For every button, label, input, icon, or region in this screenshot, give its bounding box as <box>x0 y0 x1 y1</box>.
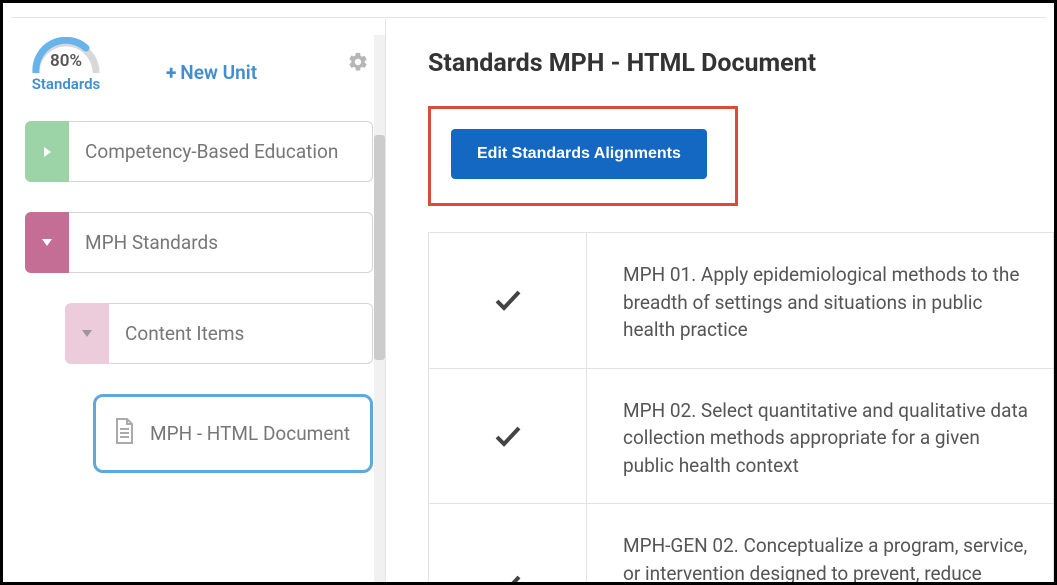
sidebar-item-label: Competency-Based Education <box>69 121 373 182</box>
sidebar-tree: Competency-Based Education MPH Standards… <box>11 121 385 473</box>
expand-handle[interactable] <box>25 121 69 182</box>
scrollbar-thumb[interactable] <box>374 135 385 360</box>
standard-text: MPH 01. Apply epidemiological methods to… <box>587 233 1053 368</box>
triangle-right-icon <box>44 147 51 157</box>
check-icon <box>494 289 522 311</box>
sidebar-item-content-items[interactable]: Content Items <box>65 303 373 364</box>
gauge-label: Standards <box>21 75 111 93</box>
standard-check-cell <box>429 233 587 368</box>
sidebar-item-competency[interactable]: Competency-Based Education <box>25 121 373 182</box>
sidebar-item-label: MPH - HTML Document <box>150 422 350 445</box>
scrollbar-track <box>374 35 385 582</box>
collapse-handle[interactable] <box>25 212 69 273</box>
check-icon <box>494 574 522 582</box>
standard-row: MPH-GEN 02. Conceptualize a program, ser… <box>428 503 1054 582</box>
standard-text: MPH 02. Select quantitative and qualitat… <box>587 369 1053 504</box>
sidebar: 80% Standards + New Unit Competency-Base… <box>11 19 386 582</box>
collapse-handle[interactable] <box>65 303 109 364</box>
plus-icon: + <box>166 61 176 84</box>
new-unit-button[interactable]: + New Unit <box>166 61 257 84</box>
standard-check-cell <box>429 504 587 582</box>
sidebar-item-label: Content Items <box>109 303 373 364</box>
sidebar-item-mph-html-document[interactable]: MPH - HTML Document <box>93 394 373 473</box>
new-unit-label: New Unit <box>180 61 257 84</box>
standard-check-cell <box>429 369 587 504</box>
sidebar-item-label: MPH Standards <box>69 212 373 273</box>
triangle-down-icon <box>82 330 92 337</box>
standard-text: MPH-GEN 02. Conceptualize a program, ser… <box>587 504 1053 582</box>
standards-gauge[interactable]: 80% Standards <box>21 37 111 93</box>
gauge-percent: 80% <box>30 51 102 71</box>
triangle-down-icon <box>42 239 52 246</box>
highlight-annotation: Edit Standards Alignments <box>428 106 738 206</box>
standard-row: MPH 02. Select quantitative and qualitat… <box>428 368 1054 504</box>
standards-table: MPH 01. Apply epidemiological methods to… <box>428 232 1054 582</box>
edit-standards-alignments-button[interactable]: Edit Standards Alignments <box>451 129 707 179</box>
check-icon <box>494 425 522 447</box>
document-icon <box>112 417 136 450</box>
gear-icon[interactable] <box>347 51 369 77</box>
main-content: Standards MPH - HTML Document Edit Stand… <box>398 19 1054 582</box>
sidebar-header: 80% Standards + New Unit <box>11 19 385 93</box>
sidebar-item-mph-standards[interactable]: MPH Standards <box>25 212 373 273</box>
standard-row: MPH 01. Apply epidemiological methods to… <box>428 232 1054 368</box>
page-title: Standards MPH - HTML Document <box>428 49 1054 78</box>
